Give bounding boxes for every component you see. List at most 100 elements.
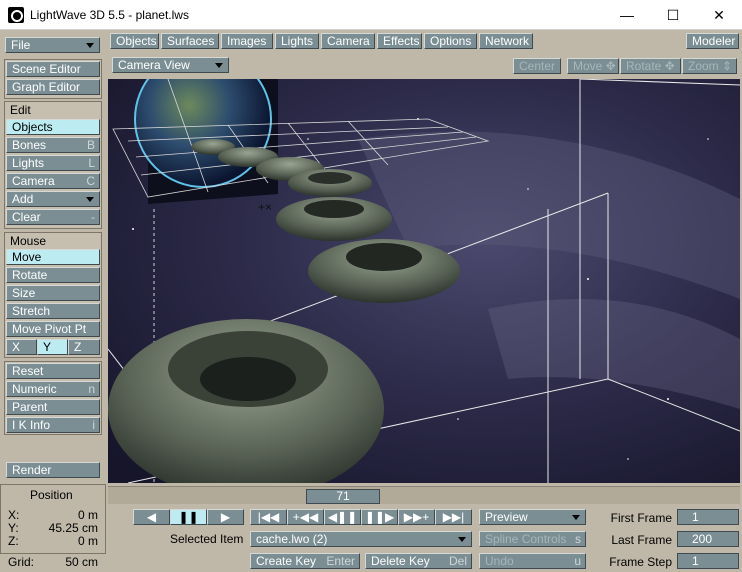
step-forward-button[interactable]: ❚❚▶ <box>361 509 398 525</box>
first-frame-button[interactable]: |◀◀ <box>250 509 287 525</box>
mouse-section-label: Mouse <box>10 234 47 248</box>
tab-lights[interactable]: Lights <box>275 33 319 49</box>
chevron-down-icon <box>572 515 580 520</box>
window-title: LightWave 3D 5.5 - planet.lws <box>30 7 189 22</box>
ik-info-button[interactable]: I K Info i <box>6 417 100 433</box>
camera-label: Camera <box>12 174 55 188</box>
numeric-button[interactable]: Numeric n <box>6 381 100 397</box>
position-y-label: Y: <box>8 521 19 535</box>
view-rotate-button[interactable]: Rotate ✥ <box>620 58 681 74</box>
file-label: File <box>11 38 31 52</box>
move-mode-button[interactable]: Move <box>6 249 100 265</box>
create-key-hotkey: Enter <box>326 554 355 568</box>
view-mode-dropdown[interactable]: Camera View <box>112 57 229 73</box>
axis-z-toggle[interactable]: Z <box>68 339 100 355</box>
frame-step-input[interactable]: 1 <box>677 553 739 569</box>
tab-network[interactable]: Network <box>479 33 533 49</box>
first-frame-label: First Frame <box>610 511 672 525</box>
current-frame-indicator[interactable]: 71 <box>306 489 380 504</box>
camera-viewport[interactable]: +× <box>108 79 740 483</box>
preview-dropdown[interactable]: Preview <box>479 509 586 525</box>
edit-section-label: Edit <box>10 103 31 117</box>
create-key-label: Create Key <box>256 554 317 568</box>
position-x-label: X: <box>8 508 20 522</box>
view-mode-label: Camera View <box>118 58 190 72</box>
maximize-button[interactable]: ☐ <box>650 0 696 30</box>
center-button[interactable]: Center <box>513 58 561 74</box>
file-dropdown[interactable]: File <box>5 37 100 53</box>
position-z-label: Z: <box>8 534 19 548</box>
create-key-button[interactable]: Create Key Enter <box>250 553 360 569</box>
title-bar: LightWave 3D 5.5 - planet.lws — ☐ ✕ <box>0 0 742 30</box>
scene-render: +× <box>108 79 740 483</box>
graph-editor-button[interactable]: Graph Editor <box>6 79 100 95</box>
position-y-value: 45.25 cm <box>48 521 98 535</box>
pause-button[interactable]: ❚❚ <box>170 509 207 525</box>
modeler-button[interactable]: Modeler <box>686 33 739 49</box>
axis-y-toggle[interactable]: Y <box>37 339 68 355</box>
spline-controls-label: Spline Controls <box>485 532 567 546</box>
reset-button[interactable]: Reset <box>6 363 100 379</box>
step-back-button[interactable]: ◀❚❚ <box>324 509 361 525</box>
add-label: Add <box>12 192 34 206</box>
undo-button[interactable]: Undo u <box>479 553 586 569</box>
clear-button[interactable]: Clear - <box>6 209 100 225</box>
chevron-down-icon <box>86 197 94 202</box>
first-frame-input[interactable]: 1 <box>677 509 739 525</box>
tab-surfaces[interactable]: Surfaces <box>161 33 219 49</box>
ik-info-label: I K Info <box>12 418 51 432</box>
prev-key-button[interactable]: +◀◀ <box>287 509 324 525</box>
rotate-mode-button[interactable]: Rotate <box>6 267 100 283</box>
lights-hotkey: L <box>88 156 95 170</box>
next-key-button[interactable]: ▶▶+ <box>398 509 435 525</box>
play-forward-button[interactable]: ▶ <box>207 509 244 525</box>
size-mode-button[interactable]: Size <box>6 285 100 301</box>
ik-info-hotkey: i <box>92 418 95 432</box>
view-move-button[interactable]: Move ✥ <box>567 58 619 74</box>
chevron-down-icon <box>458 537 466 542</box>
axis-x-toggle[interactable]: X <box>6 339 37 355</box>
frame-step-label: Frame Step <box>609 555 672 569</box>
tab-effects[interactable]: Effects <box>377 33 422 49</box>
tab-camera[interactable]: Camera <box>321 33 375 49</box>
spline-controls-hotkey: s <box>575 532 581 546</box>
preview-label: Preview <box>485 510 528 524</box>
bones-hotkey: B <box>86 138 95 152</box>
move-pivot-button[interactable]: Move Pivot Pt <box>6 321 100 337</box>
clear-label: Clear <box>12 210 41 224</box>
tab-objects[interactable]: Objects <box>110 33 159 49</box>
spline-controls-button[interactable]: Spline Controls s <box>479 531 586 547</box>
position-title: Position <box>30 488 73 502</box>
grid-value: 50 cm <box>65 555 98 569</box>
render-button[interactable]: Render <box>6 462 100 478</box>
selected-item-dropdown[interactable]: cache.lwo (2) <box>250 531 472 547</box>
pivot-marker: +× <box>258 200 272 214</box>
tab-images[interactable]: Images <box>221 33 273 49</box>
last-frame-label: Last Frame <box>611 533 672 547</box>
timeline-bar[interactable]: 71 <box>108 486 740 504</box>
play-backward-button[interactable]: ◀ <box>133 509 170 525</box>
camera-hotkey: C <box>86 174 95 188</box>
parent-button[interactable]: Parent <box>6 399 100 415</box>
bones-button[interactable]: Bones B <box>6 137 100 153</box>
last-frame-input[interactable]: 200 <box>677 531 739 547</box>
lightwave-app-icon <box>8 6 24 23</box>
view-zoom-button[interactable]: Zoom ⇕ <box>682 58 737 74</box>
last-frame-button[interactable]: ▶▶| <box>435 509 472 525</box>
close-button[interactable]: ✕ <box>696 0 742 30</box>
lights-button[interactable]: Lights L <box>6 155 100 171</box>
tab-options[interactable]: Options <box>424 33 477 49</box>
bones-label: Bones <box>12 138 47 152</box>
lights-label: Lights <box>12 156 45 170</box>
delete-key-button[interactable]: Delete Key Del <box>365 553 472 569</box>
clear-hotkey: - <box>91 210 95 224</box>
minimize-button[interactable]: — <box>604 0 650 30</box>
position-z-value: 0 m <box>77 534 98 548</box>
objects-button[interactable]: Objects <box>6 119 100 135</box>
undo-hotkey: u <box>574 554 581 568</box>
add-dropdown[interactable]: Add <box>6 191 100 207</box>
delete-key-hotkey: Del <box>448 554 467 568</box>
stretch-mode-button[interactable]: Stretch <box>6 303 100 319</box>
camera-button[interactable]: Camera C <box>6 173 100 189</box>
scene-editor-button[interactable]: Scene Editor <box>6 61 100 77</box>
